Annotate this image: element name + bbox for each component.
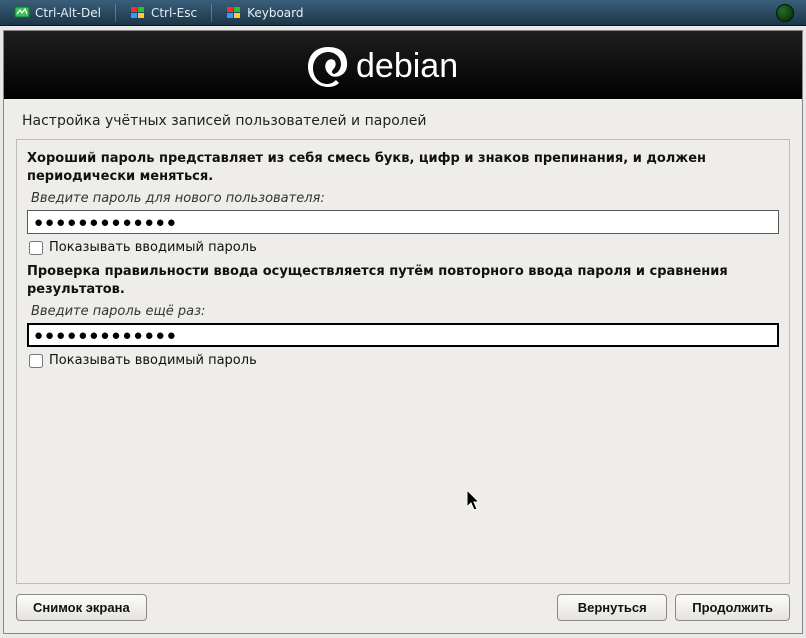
separator <box>115 4 116 22</box>
windows-icon <box>130 5 146 21</box>
installer-window: debian Настройка учётных записей пользов… <box>3 30 803 634</box>
ctrl-alt-del-label: Ctrl-Alt-Del <box>35 6 101 20</box>
page-title: Настройка учётных записей пользователей … <box>4 99 802 139</box>
show-password-row[interactable]: Показывать вводимый пароль <box>29 240 779 255</box>
show-password-confirm-checkbox[interactable] <box>29 354 43 368</box>
password-label: Введите пароль для нового пользователя: <box>31 191 779 206</box>
show-password-label: Показывать вводимый пароль <box>49 240 257 255</box>
show-password-confirm-row[interactable]: Показывать вводимый пароль <box>29 353 779 368</box>
viewer-toolbar: Ctrl-Alt-Del Ctrl-Esc Keyboard <box>0 0 806 26</box>
separator <box>211 4 212 22</box>
spacer <box>27 376 779 571</box>
windows-icon <box>226 5 242 21</box>
password-confirm-label: Введите пароль ещё раз: <box>31 304 779 319</box>
continue-button[interactable]: Продолжить <box>675 594 790 621</box>
ctrl-esc-label: Ctrl-Esc <box>151 6 197 20</box>
password-input[interactable] <box>27 210 779 234</box>
ctrl-alt-del-button[interactable]: Ctrl-Alt-Del <box>6 3 109 23</box>
banner: debian <box>4 31 802 99</box>
intro-text: Хороший пароль представляет из себя смес… <box>27 150 779 185</box>
connection-status-icon <box>776 4 794 22</box>
svg-text:debian: debian <box>356 47 458 85</box>
ctrl-esc-button[interactable]: Ctrl-Esc <box>122 3 205 23</box>
keyboard-label: Keyboard <box>247 6 303 20</box>
screenshot-button[interactable]: Снимок экрана <box>16 594 147 621</box>
show-password-checkbox[interactable] <box>29 241 43 255</box>
button-bar: Снимок экрана Вернуться Продолжить <box>4 584 802 633</box>
monitor-icon <box>14 5 30 21</box>
verify-text: Проверка правильности ввода осуществляет… <box>27 263 779 298</box>
debian-logo-icon: debian <box>298 37 508 93</box>
password-confirm-input[interactable] <box>27 323 779 347</box>
content-area: Хороший пароль представляет из себя смес… <box>16 139 790 584</box>
back-button[interactable]: Вернуться <box>557 594 667 621</box>
keyboard-button[interactable]: Keyboard <box>218 3 311 23</box>
show-password-confirm-label: Показывать вводимый пароль <box>49 353 257 368</box>
